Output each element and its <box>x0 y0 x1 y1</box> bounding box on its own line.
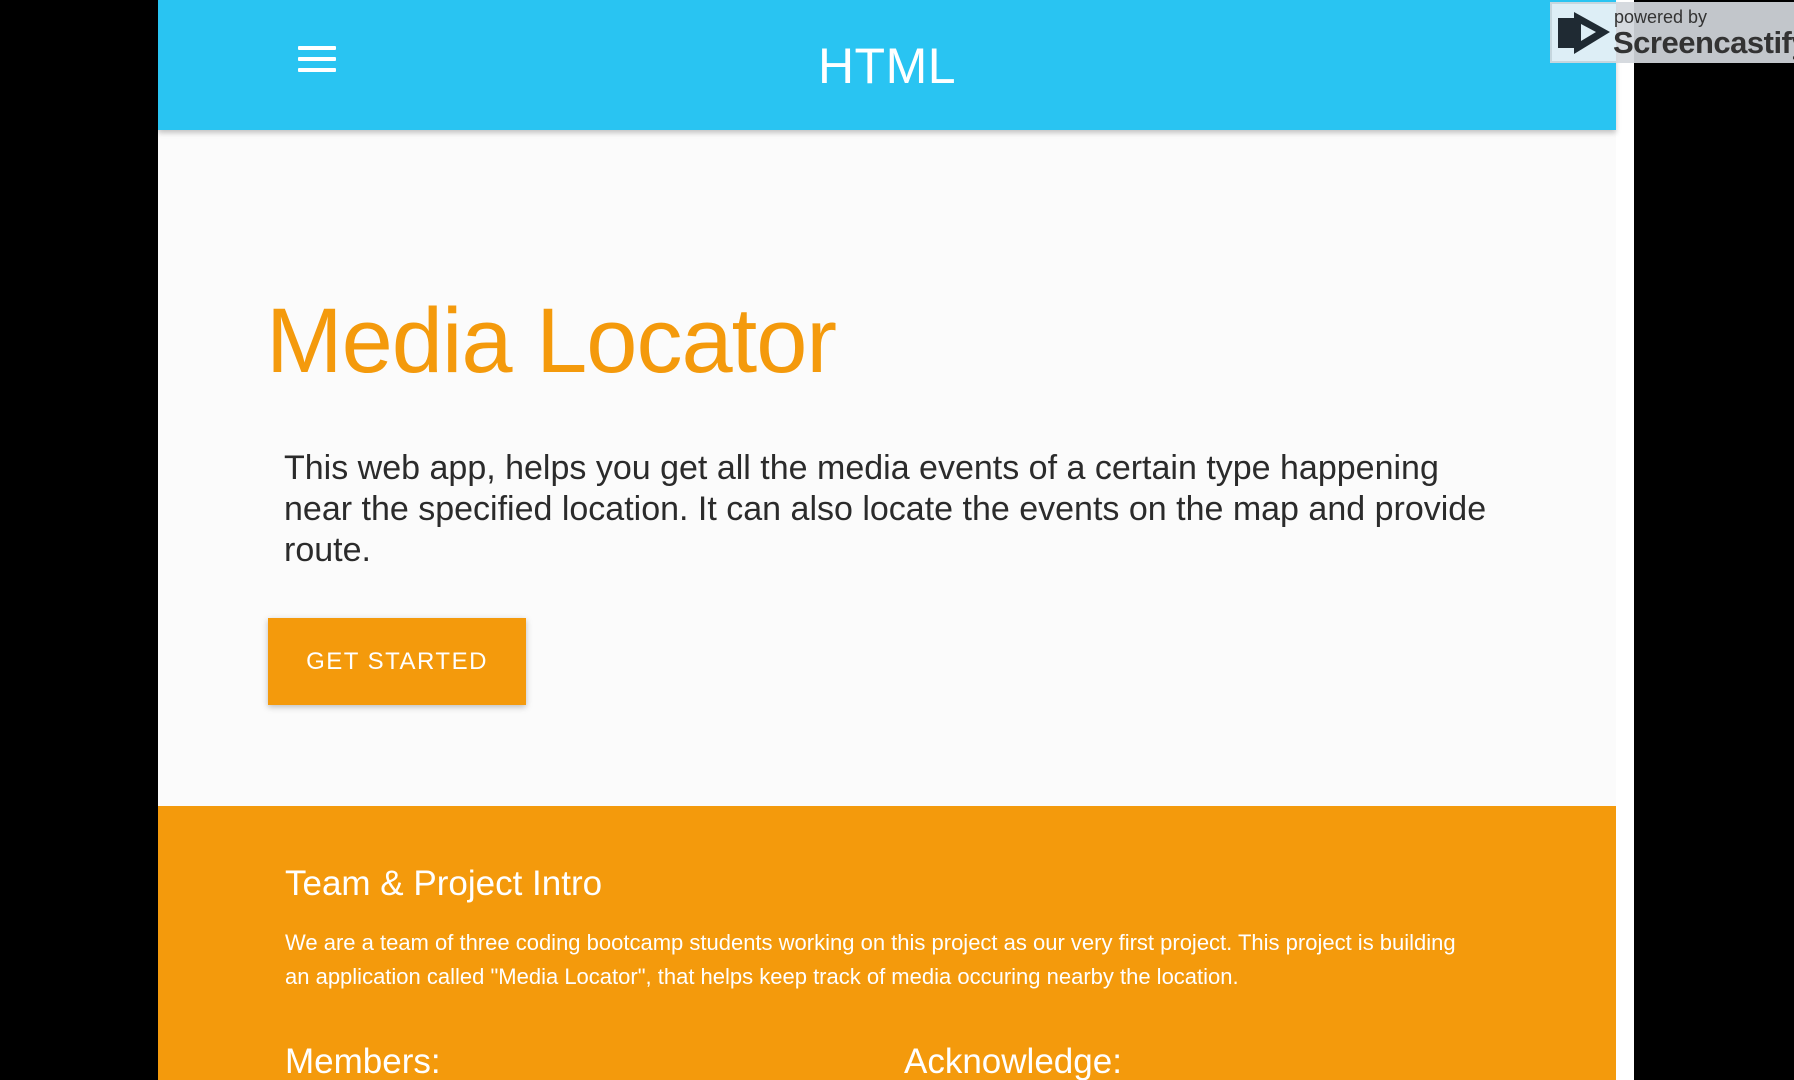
hero-title: Media Locator <box>266 290 837 392</box>
screen: HTML Media Locator This web app, helps y… <box>0 0 1794 1080</box>
screencastify-play-icon <box>1552 4 1616 61</box>
get-started-button[interactable]: GET STARTED <box>268 618 526 705</box>
members-heading: Members: <box>285 1042 441 1080</box>
team-intro-section: Team & Project Intro We are a team of th… <box>158 806 1616 1080</box>
navbar-brand[interactable]: HTML <box>158 36 1616 96</box>
browser-page: HTML Media Locator This web app, helps y… <box>158 0 1634 1080</box>
intro-title: Team & Project Intro <box>285 864 603 903</box>
screencastify-watermark: powered by Screencastify <box>1550 2 1794 63</box>
page-right-gutter <box>1616 0 1634 1080</box>
hero-description: This web app, helps you get all the medi… <box>284 449 1487 569</box>
acknowledge-heading: Acknowledge: <box>904 1042 1122 1080</box>
top-navbar: HTML <box>158 0 1616 130</box>
screencastify-name: Screencastify <box>1613 25 1794 60</box>
intro-text: We are a team of three coding bootcamp s… <box>285 930 1456 989</box>
powered-by-label: powered by <box>1614 7 1708 27</box>
